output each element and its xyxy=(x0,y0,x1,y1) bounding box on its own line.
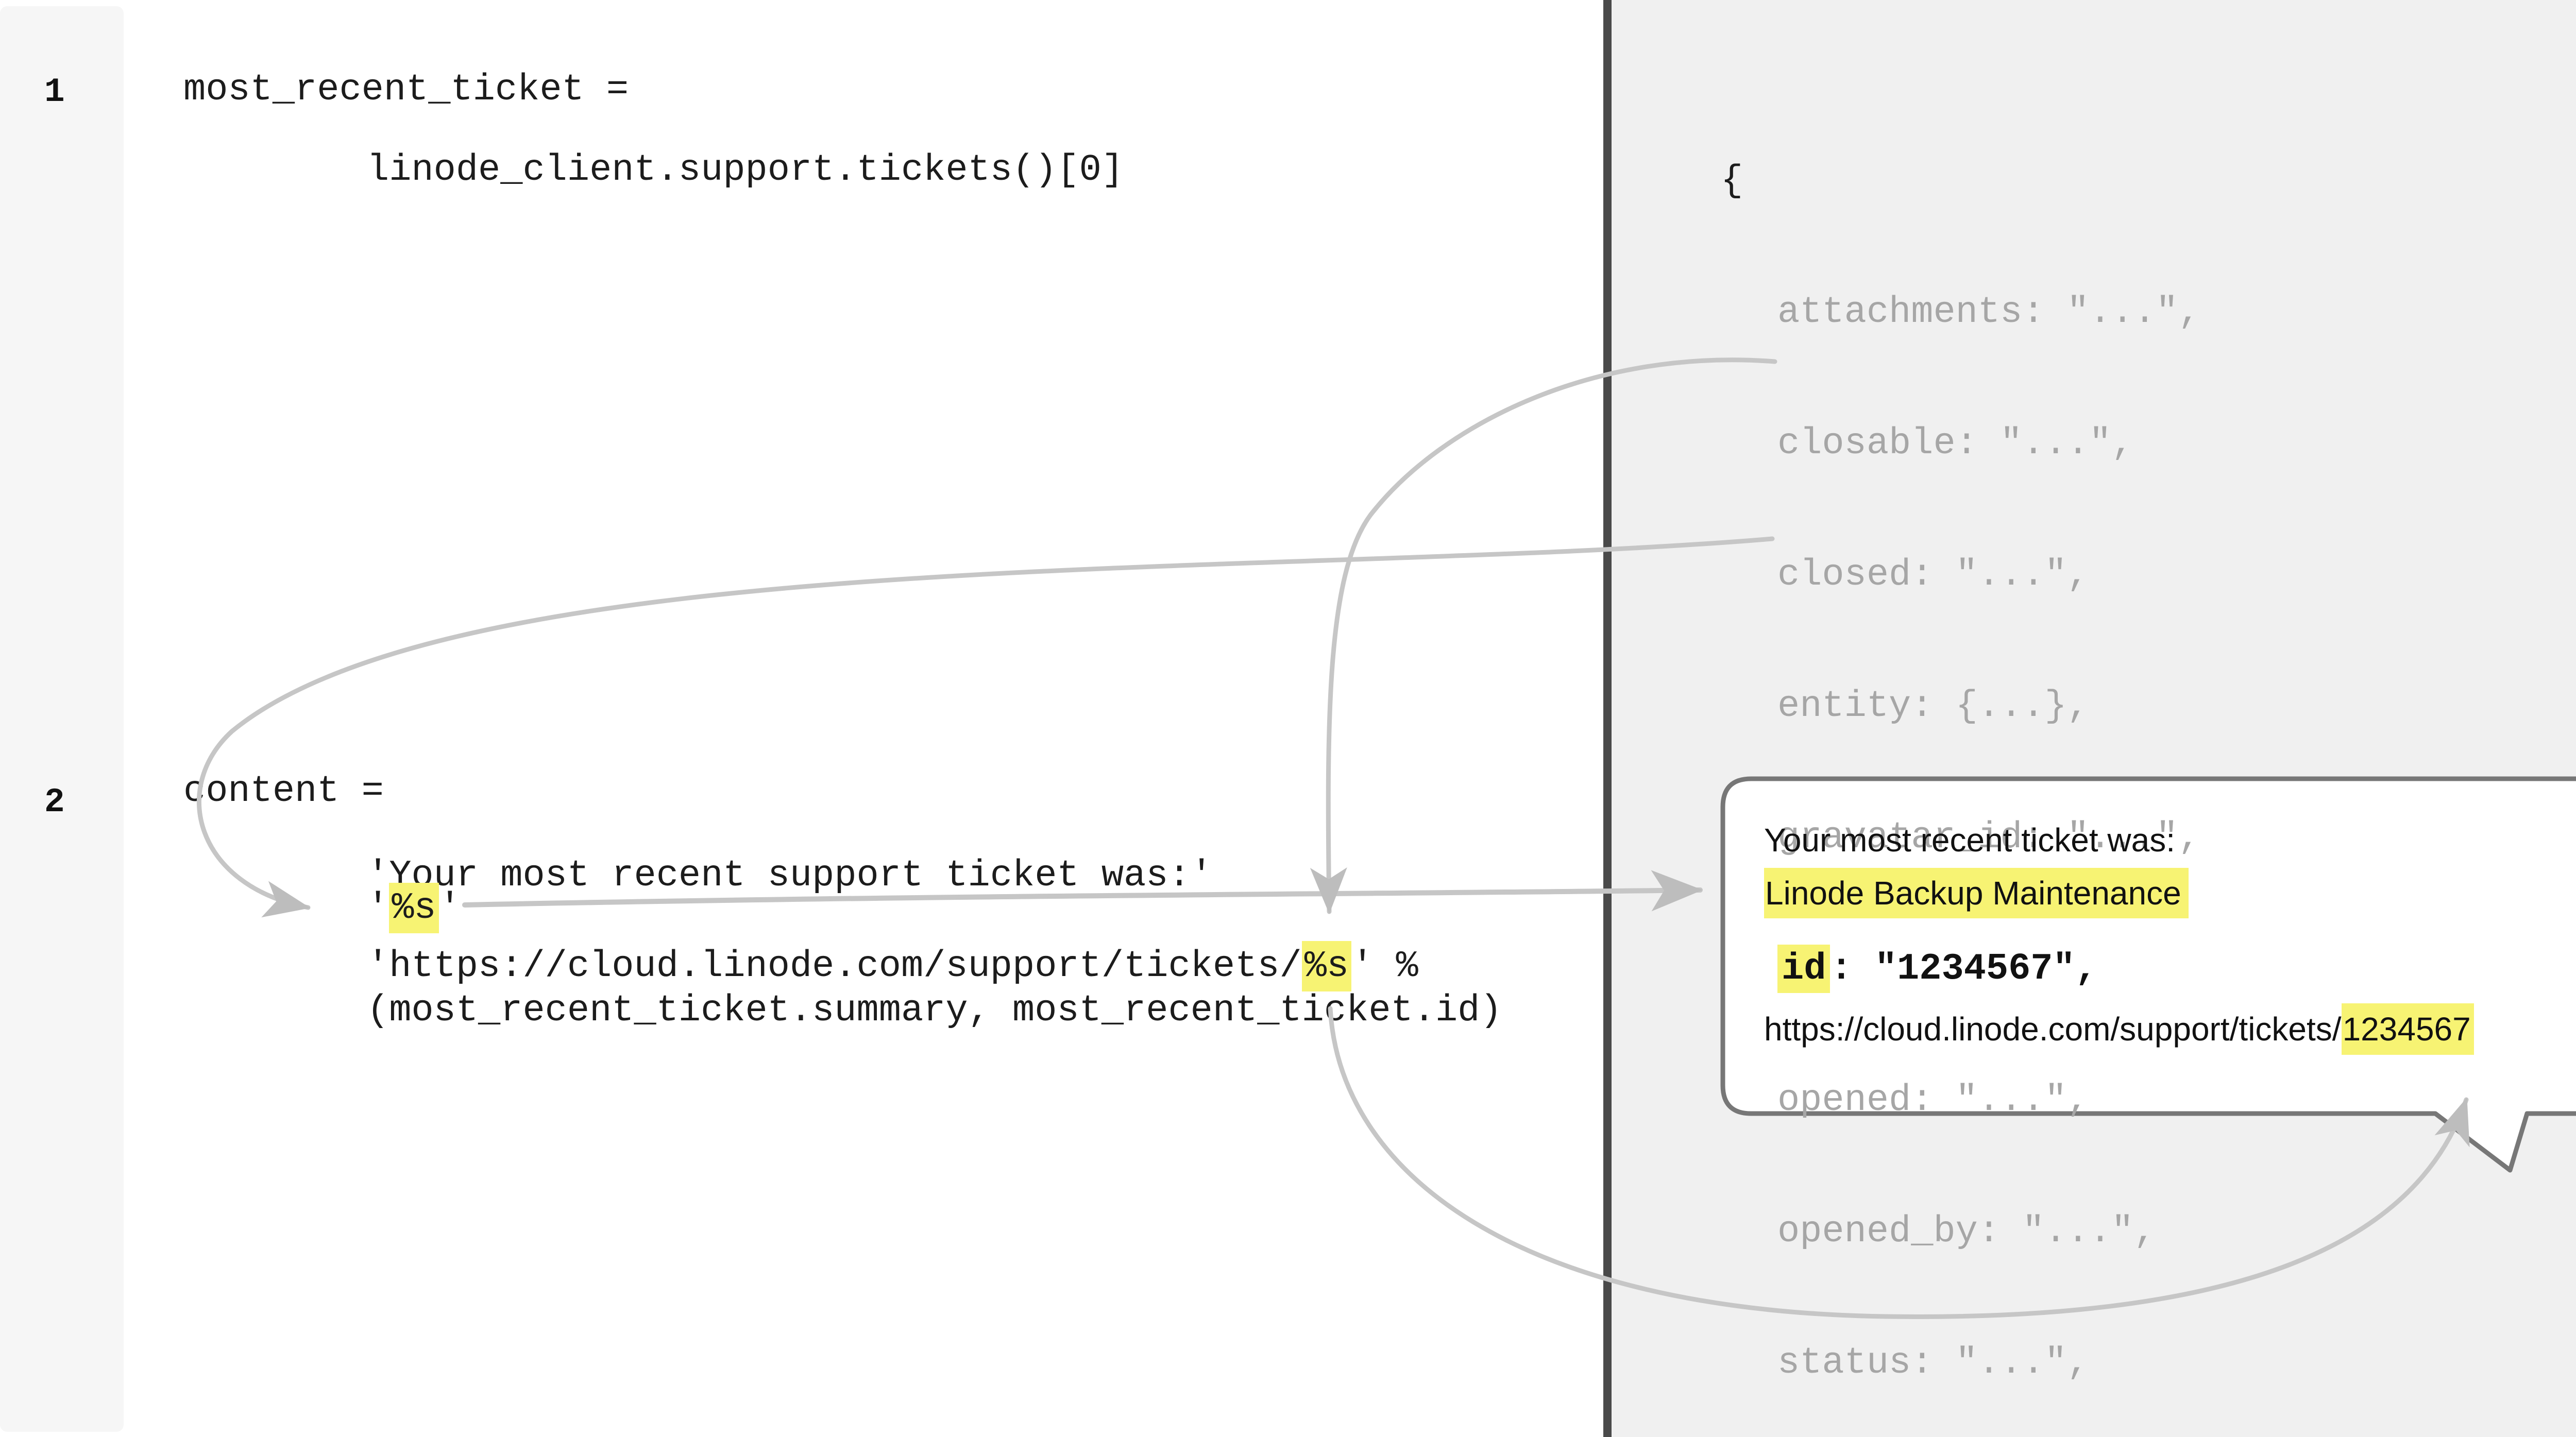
json-id: id: "1234567", xyxy=(1721,947,2576,991)
json-opened-by: opened_by: "...", xyxy=(1721,1210,2576,1254)
bubble-url-text: https://cloud.linode.com/support/tickets… xyxy=(1764,1011,2342,1048)
id-key-highlight: id xyxy=(1777,945,1830,993)
diagram-stage: 1 2 most_recent_ticket = linode_client.s… xyxy=(0,0,2576,1437)
ticket-json-object: { attachments: "...", closable: "...", c… xyxy=(1721,72,2576,1437)
bubble-line-2: Linode Backup Maintenance xyxy=(1764,877,2189,910)
bubble-summary-highlight: Linode Backup Maintenance xyxy=(1764,868,2189,918)
json-status: status: "...", xyxy=(1721,1341,2576,1385)
arrow-summary-to-placeholder xyxy=(199,539,1772,908)
json-entity: entity: {...}, xyxy=(1721,685,2576,728)
arrow-placeholder-to-bubble-summary xyxy=(465,890,1700,905)
json-attachments: attachments: "...", xyxy=(1721,290,2576,334)
json-opened: opened: "...", xyxy=(1721,1079,2576,1122)
bubble-url-line: https://cloud.linode.com/support/tickets… xyxy=(1764,1013,2474,1046)
json-closed: closed: "...", xyxy=(1721,553,2576,597)
json-brace-open: { xyxy=(1721,159,2576,203)
json-closable: closable: "...", xyxy=(1721,422,2576,466)
id-value: : "1234567", xyxy=(1830,948,2097,990)
bubble-id-highlight: 1234567 xyxy=(2342,1003,2474,1055)
bubble-line-1: Your most recent ticket was: xyxy=(1764,824,2175,857)
arrow-id-to-url-placeholder xyxy=(1328,360,1775,912)
